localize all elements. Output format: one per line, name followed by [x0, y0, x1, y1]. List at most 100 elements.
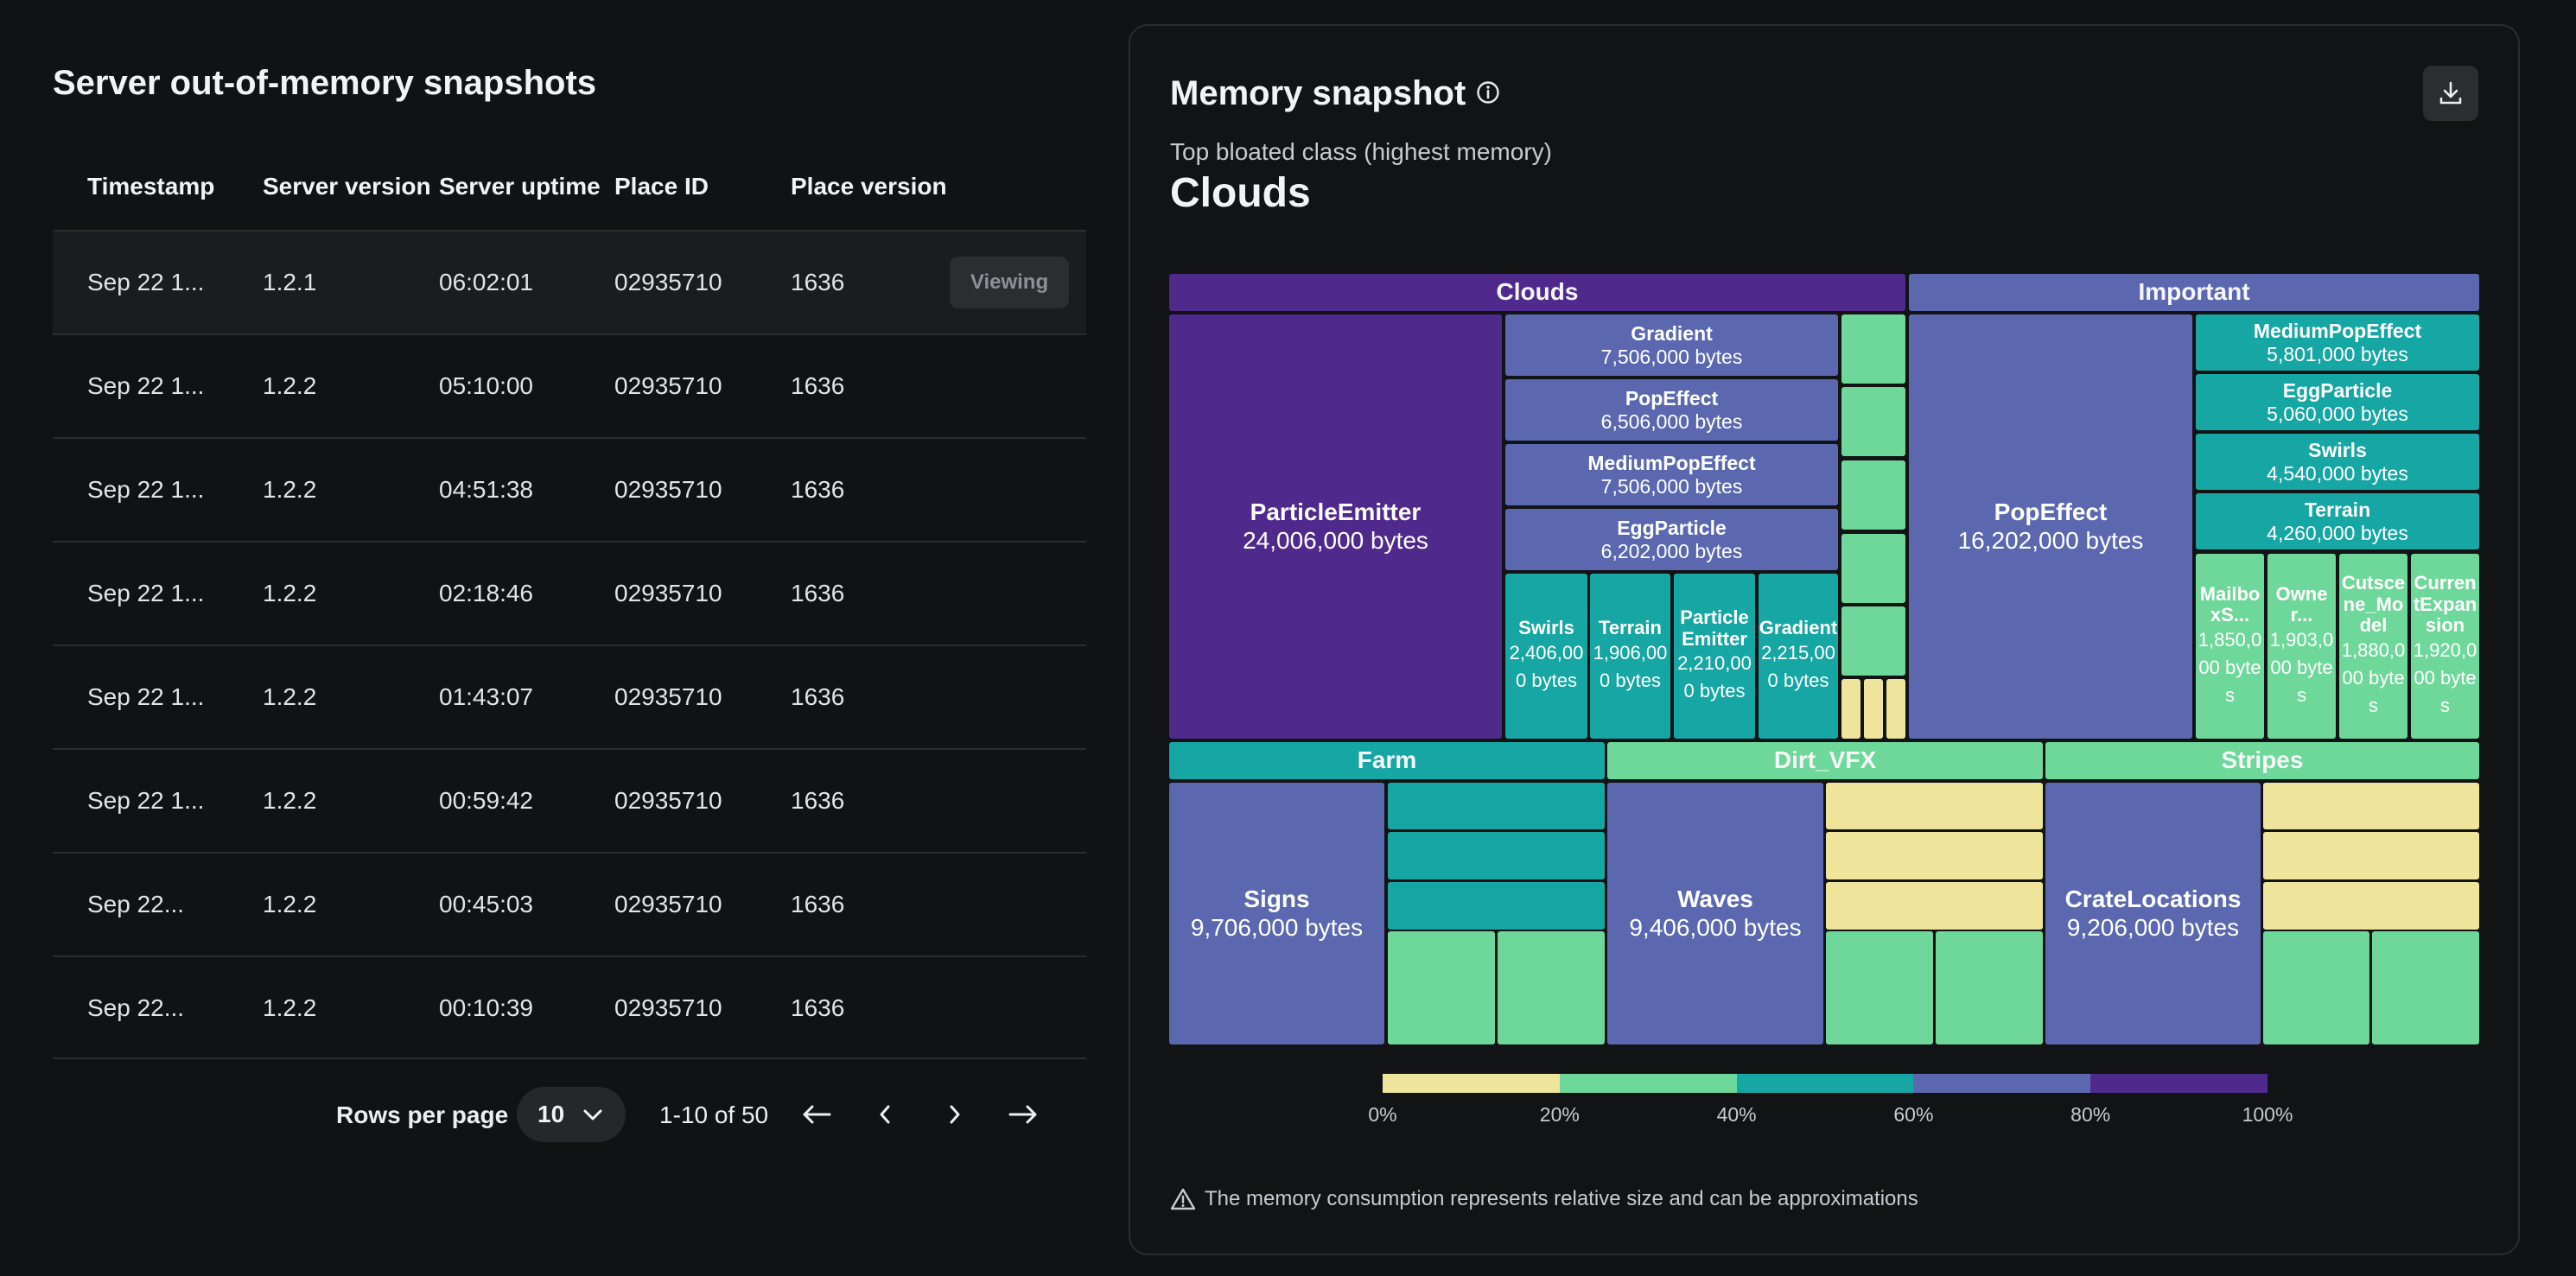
treemap-cell-unlabeled[interactable]	[1388, 882, 1605, 930]
treemap-cell-terrain-important[interactable]: Terrain 4,260,000 bytes	[2196, 493, 2479, 549]
cell-server-uptime: 00:45:03	[439, 891, 533, 917]
cell-server-version: 1.2.2	[263, 372, 317, 399]
treemap-cell-waves[interactable]: Waves 9,406,000 bytes	[1607, 783, 1823, 1044]
legend-swatch	[1913, 1074, 2091, 1093]
last-page-button[interactable]	[1004, 1095, 1042, 1133]
group-header-important[interactable]: Important	[1909, 274, 2479, 311]
treemap-cell-eggparticle-important[interactable]: EggParticle 5,060,000 bytes	[2196, 374, 2479, 430]
panel-title: Server out-of-memory snapshots	[53, 64, 597, 102]
treemap-cell-bytes: 2,215,000 bytes	[1761, 641, 1835, 691]
treemap-cell-unlabeled[interactable]	[2263, 832, 2479, 879]
treemap-cell-unlabeled[interactable]	[1841, 387, 1905, 456]
first-page-button[interactable]	[798, 1095, 836, 1133]
treemap-cell-gradient[interactable]: Gradient 7,506,000 bytes	[1505, 314, 1838, 376]
group-header-dirt-vfx[interactable]: Dirt_VFX	[1607, 742, 2043, 779]
treemap-cell-name: EggParticle	[2282, 379, 2393, 403]
treemap-cell-unlabeled[interactable]	[1388, 783, 1605, 829]
treemap-cell-unlabeled[interactable]	[1388, 832, 1605, 879]
treemap-cell-signs[interactable]: Signs 9,706,000 bytes	[1169, 783, 1384, 1044]
treemap-cell-unlabeled[interactable]	[1886, 679, 1905, 739]
treemap-cell-eggparticle[interactable]: EggParticle 6,202,000 bytes	[1505, 509, 1838, 570]
table-row[interactable]: Sep 22 1... 1.2.2 02:18:46 02935710 1636	[53, 541, 1086, 644]
group-header-stripes[interactable]: Stripes	[2045, 742, 2479, 779]
treemap-cell-owner[interactable]: Owner... 1,903,000 bytes	[2268, 554, 2336, 739]
treemap-cell-unlabeled[interactable]	[1841, 314, 1905, 384]
treemap-cell-unlabeled[interactable]	[2372, 931, 2479, 1044]
treemap-cell-popeffect-large[interactable]: PopEffect 16,202,000 bytes	[1909, 314, 2192, 739]
rows-per-page-select[interactable]: 10	[517, 1087, 626, 1142]
column-header-place-version[interactable]: Place version	[791, 173, 947, 200]
treemap-cell-gradient-small[interactable]: Gradient 2,215,000 bytes	[1759, 574, 1838, 739]
pagination: Rows per page 10 1-10 of 50	[53, 1087, 1086, 1142]
previous-page-button[interactable]	[866, 1095, 904, 1133]
treemap-cell-unlabeled[interactable]	[1936, 931, 2043, 1044]
treemap-cell-bytes: 2,406,000 bytes	[1509, 641, 1584, 691]
treemap-cell-unlabeled[interactable]	[1826, 931, 1933, 1044]
treemap-cell-bytes: 7,506,000 bytes	[1600, 345, 1743, 368]
treemap-cell-bytes: 1,906,000 bytes	[1593, 641, 1668, 691]
table-row[interactable]: Sep 22 1... 1.2.2 00:59:42 02935710 1636	[53, 748, 1086, 852]
treemap-cell-name: CrateLocations	[2064, 886, 2242, 913]
treemap-cell-mailbox[interactable]: MailboxS... 1,850,000 bytes	[2196, 554, 2264, 739]
treemap-cell-currentexpansion[interactable]: CurrentExpansion 1,920,000 bytes	[2411, 554, 2479, 739]
treemap-cell-unlabeled[interactable]	[1826, 832, 2043, 879]
treemap-cell-name: Gradient	[1631, 322, 1713, 346]
treemap-cell-unlabeled[interactable]	[1841, 679, 1860, 739]
treemap-cell-name: Swirls	[1518, 617, 1574, 639]
treemap-cell-unlabeled[interactable]	[2263, 783, 2479, 829]
legend-tick-label: 0%	[1368, 1103, 1397, 1126]
treemap-cell-unlabeled[interactable]	[1841, 606, 1905, 676]
next-page-button[interactable]	[936, 1095, 974, 1133]
column-header-server-version[interactable]: Server version	[263, 173, 431, 200]
chevron-right-icon	[950, 1105, 960, 1124]
treemap-cell-name: CurrentExpansion	[2413, 572, 2477, 637]
table-row[interactable]: Sep 22 1... 1.2.1 06:02:01 02935710 1636 View…	[53, 230, 1086, 333]
group-header-farm[interactable]: Farm	[1169, 742, 1605, 779]
treemap-cell-unlabeled[interactable]	[1841, 460, 1905, 530]
treemap-cell-particleemitter[interactable]: ParticleEmitter 24,006,000 bytes	[1169, 314, 1502, 739]
treemap-cell-popeffect[interactable]: PopEffect 6,506,000 bytes	[1505, 379, 1838, 441]
treemap-cell-cratelocations[interactable]: CrateLocations 9,206,000 bytes	[2045, 783, 2261, 1044]
treemap-cell-terrain[interactable]: Terrain 1,906,000 bytes	[1590, 574, 1670, 739]
table-row[interactable]: Sep 22... 1.2.2 00:45:03 02935710 1636	[53, 852, 1086, 955]
treemap-cell-unlabeled[interactable]	[1826, 882, 2043, 930]
chevron-left-icon	[880, 1105, 890, 1124]
treemap-cell-unlabeled[interactable]	[1826, 783, 2043, 829]
treemap-cell-unlabeled[interactable]	[1864, 679, 1883, 739]
treemap-cell-swirls-important[interactable]: Swirls 4,540,000 bytes	[2196, 434, 2479, 490]
download-button[interactable]	[2423, 66, 2478, 121]
legend-tick-label: 60%	[1893, 1103, 1934, 1126]
table-row[interactable]: Sep 22 1... 1.2.2 05:10:00 02935710 1636	[53, 333, 1086, 437]
cell-place-id: 02935710	[614, 269, 722, 295]
treemap-cell-unlabeled[interactable]	[1498, 931, 1605, 1044]
treemap-cell-unlabeled[interactable]	[1388, 931, 1495, 1044]
treemap-cell-name: Signs	[1243, 886, 1310, 913]
approximation-note-text: The memory consumption represents relati…	[1205, 1187, 1918, 1210]
treemap-cell-mediumpopeffect-important[interactable]: MediumPopEffect 5,801,000 bytes	[2196, 314, 2479, 371]
table-row[interactable]: Sep 22 1... 1.2.2 01:43:07 02935710 1636	[53, 644, 1086, 748]
color-scale-legend	[1383, 1074, 2268, 1093]
column-header-server-uptime[interactable]: Server uptime	[439, 173, 601, 200]
treemap-cell-name: Terrain	[2304, 498, 2371, 522]
treemap-cell-swirls[interactable]: Swirls 2,406,000 bytes	[1505, 574, 1587, 739]
treemap-cell-name: ParticleEmitter	[1250, 498, 1422, 526]
info-icon[interactable]	[1476, 74, 1500, 113]
treemap-cell-unlabeled[interactable]	[2263, 931, 2369, 1044]
treemap-cell-bytes: 1,920,000 bytes	[2413, 639, 2477, 716]
group-header-clouds[interactable]: Clouds	[1169, 274, 1905, 311]
treemap-cell-bytes: 6,506,000 bytes	[1600, 409, 1743, 433]
treemap-cell-mediumpopeffect[interactable]: MediumPopEffect 7,506,000 bytes	[1505, 444, 1838, 505]
cell-server-uptime: 02:18:46	[439, 580, 533, 606]
treemap-cell-particleemitter-small[interactable]: ParticleEmitter 2,210,000 bytes	[1674, 574, 1755, 739]
treemap-cell-unlabeled[interactable]	[2263, 882, 2479, 930]
treemap-cell-name: MediumPopEffect	[1587, 452, 1756, 475]
cell-server-uptime: 00:59:42	[439, 787, 533, 814]
top-class-name: Clouds	[1170, 170, 1311, 216]
treemap-cell-cutscene-model[interactable]: Cutscene_Model 1,880,000 bytes	[2339, 554, 2407, 739]
column-header-timestamp[interactable]: Timestamp	[87, 173, 214, 200]
viewing-button[interactable]: Viewing	[950, 257, 1069, 308]
table-row[interactable]: Sep 22... 1.2.2 00:10:39 02935710 1636	[53, 955, 1086, 1059]
table-row[interactable]: Sep 22 1... 1.2.2 04:51:38 02935710 1636	[53, 437, 1086, 541]
treemap-cell-unlabeled[interactable]	[1841, 534, 1905, 603]
column-header-place-id[interactable]: Place ID	[614, 173, 709, 200]
